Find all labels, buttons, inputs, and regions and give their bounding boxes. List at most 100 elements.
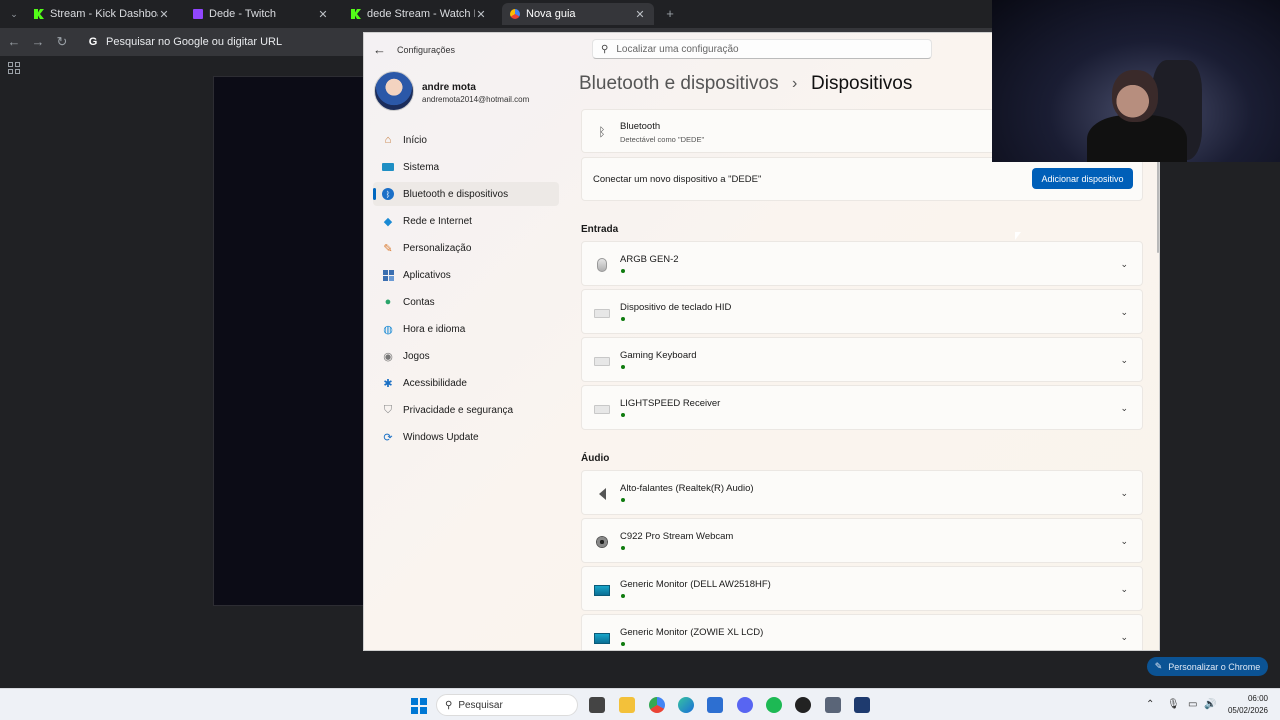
close-tab-icon[interactable]: ✕ (634, 8, 646, 21)
sidebar-item-contas[interactable]: ● Contas (373, 290, 559, 314)
spotify-icon[interactable] (766, 697, 782, 713)
sidebar-item-rede[interactable]: ◆ Rede e Internet (373, 209, 559, 233)
sidebar-item-label: Rede e Internet (403, 215, 472, 227)
close-tab-icon[interactable]: ✕ (317, 8, 329, 21)
device-row[interactable]: C922 Pro Stream Webcam ⌄ (581, 518, 1143, 563)
tab-title: Dede - Twitch (209, 8, 277, 20)
person-icon: ● (384, 296, 392, 308)
device-row[interactable]: Generic Monitor (ZOWIE XL LCD) ⌄ (581, 614, 1143, 650)
device-row[interactable]: Gaming Keyboard ⌄ (581, 337, 1143, 382)
bluetooth-subtitle: Detectável como "DEDE" (620, 135, 705, 144)
settings-gear-icon[interactable] (825, 697, 841, 713)
monitor-icon (381, 160, 395, 174)
tab-kick-stream[interactable]: dede Stream - Watch Live on Ki ✕ (343, 3, 495, 25)
chrome-icon[interactable] (649, 697, 665, 713)
clock-time[interactable]: 06:00 (1226, 694, 1268, 703)
clock-date[interactable]: 05/02/2026 (1222, 706, 1268, 715)
add-device-label: Conectar um novo dispositivo a "DEDE" (593, 174, 762, 185)
device-row[interactable]: Alto-falantes (Realtek(R) Audio) ⌄ (581, 470, 1143, 515)
sidebar-item-privacidade[interactable]: ⛉ Privacidade e segurança (373, 398, 559, 422)
user-email: andremota2014@hotmail.com (422, 95, 530, 104)
add-device-button[interactable]: Adicionar dispositivo (1032, 168, 1133, 189)
discord-icon[interactable] (737, 697, 753, 713)
bluetooth-icon: ᛒ (598, 125, 606, 139)
connected-status-dot (621, 317, 625, 321)
chevron-down-icon[interactable]: ⌄ (1120, 584, 1128, 595)
webcam-person-body (1087, 115, 1187, 162)
tab-twitch[interactable]: Dede - Twitch ✕ (185, 3, 337, 25)
file-explorer-icon[interactable] (619, 697, 635, 713)
device-row[interactable]: ARGB GEN-2 ⌄ (581, 241, 1143, 286)
sidebar-item-label: Personalização (403, 242, 472, 254)
mouse-cursor-icon (1015, 232, 1021, 240)
connected-status-dot (621, 413, 625, 417)
apps-grid-icon[interactable] (8, 62, 20, 74)
address-bar[interactable]: G Pesquisar no Google ou digitar URL (80, 31, 370, 53)
pencil-icon: ✎ (1154, 661, 1163, 671)
sidebar-item-inicio[interactable]: ⌂ Início (373, 128, 559, 152)
settings-search-input[interactable]: ⚲ Localizar uma configuração (592, 39, 932, 59)
chevron-down-icon[interactable]: ⌄ (1120, 355, 1128, 366)
new-tab-plus-icon[interactable]: + (662, 6, 678, 22)
avatar[interactable] (374, 71, 414, 111)
windows-start-icon[interactable] (411, 698, 427, 714)
sidebar-item-windows-update[interactable]: ⟳ Windows Update (373, 425, 559, 449)
close-tab-icon[interactable]: ✕ (158, 8, 170, 21)
sidebar-item-hora[interactable]: ◍ Hora e idioma (373, 317, 559, 341)
sidebar-item-label: Contas (403, 296, 435, 308)
sidebar-item-aplicativos[interactable]: Aplicativos (373, 263, 559, 287)
device-name: Dispositivo de teclado HID (620, 302, 732, 313)
app-icon[interactable] (854, 697, 870, 713)
search-placeholder: Localizar uma configuração (616, 43, 739, 55)
device-name: ARGB GEN-2 (620, 254, 679, 265)
breadcrumb-separator: › (792, 75, 798, 92)
outlook-icon[interactable] (707, 697, 723, 713)
section-heading-audio: Áudio (581, 453, 610, 464)
breadcrumb-parent[interactable]: Bluetooth e dispositivos (579, 73, 779, 95)
chevron-down-icon[interactable]: ⌄ (1120, 632, 1128, 643)
tab-search-chevron-icon[interactable]: ⌄ (6, 6, 22, 22)
sidebar-item-label: Acessibilidade (403, 377, 467, 389)
connected-status-dot (621, 642, 625, 646)
back-arrow-icon[interactable]: ← (6, 34, 22, 50)
chevron-down-icon[interactable]: ⌄ (1120, 536, 1128, 547)
chevron-down-icon[interactable]: ⌄ (1120, 259, 1128, 270)
edge-icon[interactable] (678, 697, 694, 713)
close-tab-icon[interactable]: ✕ (475, 8, 487, 21)
device-row[interactable]: LIGHTSPEED Receiver ⌄ (581, 385, 1143, 430)
network-icon[interactable]: ▭ (1188, 699, 1197, 710)
connected-status-dot (621, 546, 625, 550)
webcam-person-head (1112, 70, 1158, 122)
sidebar-item-acessibilidade[interactable]: ✱ Acessibilidade (373, 371, 559, 395)
connected-status-dot (621, 498, 625, 502)
sidebar-item-personalizacao[interactable]: ✎ Personalização (373, 236, 559, 260)
tab-title: dede Stream - Watch Live on Ki (367, 8, 475, 20)
microphone-icon[interactable]: 🎙 (1167, 699, 1180, 710)
device-row[interactable]: Generic Monitor (DELL AW2518HF) ⌄ (581, 566, 1143, 611)
sidebar-item-sistema[interactable]: Sistema (373, 155, 559, 179)
personalize-chrome-button[interactable]: ✎ Personalizar o Chrome (1147, 657, 1268, 676)
task-view-icon[interactable] (589, 697, 605, 713)
update-icon: ⟳ (383, 431, 393, 444)
obs-icon[interactable] (795, 697, 811, 713)
chevron-down-icon[interactable]: ⌄ (1120, 307, 1128, 318)
tab-new-tab[interactable]: Nova guia ✕ (502, 3, 654, 25)
device-row[interactable]: Dispositivo de teclado HID ⌄ (581, 289, 1143, 334)
tab-kick-dashboard[interactable]: Stream - Kick Dashboard ✕ (26, 3, 178, 25)
taskbar-search-input[interactable]: ⚲ Pesquisar (436, 694, 578, 716)
volume-icon[interactable]: 🔊 (1204, 699, 1216, 710)
chevron-down-icon[interactable]: ⌄ (1120, 403, 1128, 414)
webcam-icon (594, 534, 610, 550)
chevron-up-icon[interactable]: ⌃ (1146, 699, 1154, 710)
settings-back-icon[interactable]: ← (373, 42, 386, 57)
monitor-icon (594, 582, 610, 598)
bluetooth-icon: ᛒ (381, 187, 395, 201)
sidebar-item-jogos[interactable]: ◉ Jogos (373, 344, 559, 368)
globe-clock-icon: ◍ (383, 323, 393, 336)
reload-icon[interactable]: ↻ (54, 34, 70, 50)
gamepad-icon: ◉ (383, 350, 393, 363)
sidebar-item-label: Privacidade e segurança (403, 404, 514, 416)
forward-arrow-icon[interactable]: → (30, 34, 46, 50)
chevron-down-icon[interactable]: ⌄ (1120, 488, 1128, 499)
sidebar-item-bluetooth[interactable]: ᛒ Bluetooth e dispositivos (373, 182, 559, 206)
